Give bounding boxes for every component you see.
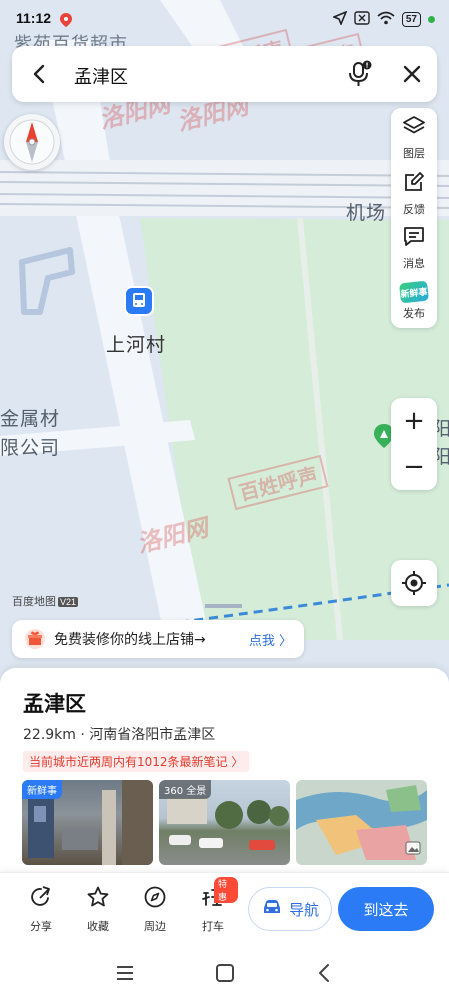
wifi-icon xyxy=(377,10,395,29)
zoom-in-button[interactable]: + xyxy=(391,398,437,444)
photo-thumbnail[interactable] xyxy=(296,780,427,865)
microphone-icon[interactable] xyxy=(346,60,372,88)
fresh-news-icon: 新鲜事 xyxy=(399,280,429,303)
status-time: 11:12 xyxy=(16,10,52,26)
nearby-label: 周边 xyxy=(144,920,166,933)
map-label-company-1: 金属材 xyxy=(0,408,61,430)
back-arrow-icon[interactable] xyxy=(28,62,52,86)
taxi-label: 打车 xyxy=(202,920,224,933)
status-bar: 11:12 57 xyxy=(0,0,449,40)
nearby-button[interactable]: 周边 xyxy=(130,885,180,934)
share-button[interactable]: 分享 xyxy=(16,885,66,934)
photo-thumbnail[interactable]: 新鲜事 xyxy=(22,780,153,865)
map-label-company-2: 限公司 xyxy=(0,437,61,459)
promo-text: 免费装修你的线上店铺→ xyxy=(54,632,206,648)
search-input[interactable]: 孟津区 xyxy=(74,63,128,89)
location-pin-icon xyxy=(60,12,72,31)
publish-button[interactable]: 新鲜事 发布 xyxy=(391,274,437,328)
place-address: 22.9km · 河南省洛阳市孟津区 xyxy=(23,727,216,743)
car-icon xyxy=(261,898,283,920)
system-nav-bar xyxy=(0,946,449,1000)
layers-label: 图层 xyxy=(403,146,425,160)
privacy-dot xyxy=(428,16,435,23)
back-icon[interactable] xyxy=(314,962,336,984)
zoom-out-button[interactable]: − xyxy=(391,444,437,490)
compass-icon xyxy=(9,119,55,165)
map-brand: 百度地图 V21 xyxy=(12,596,79,608)
gift-icon xyxy=(24,628,46,650)
zoom-controls: + − xyxy=(391,398,437,490)
photo-thumbnail[interactable]: 360 全景 xyxy=(159,780,290,865)
map-tools-panel: 图层 反馈 消息 新鲜事 发布 xyxy=(391,108,437,328)
share-label: 分享 xyxy=(30,920,52,933)
crosshair-icon xyxy=(402,571,426,595)
publish-label: 发布 xyxy=(403,306,425,320)
photo-tag: 360 全景 xyxy=(159,780,212,799)
gallery-icon xyxy=(405,840,421,859)
taxi-button[interactable]: 特惠 打车 xyxy=(188,877,238,934)
close-icon[interactable] xyxy=(400,62,424,86)
battery-indicator: 57 xyxy=(401,12,421,27)
sale-badge: 特惠 xyxy=(214,877,238,903)
menu-icon[interactable] xyxy=(114,962,136,984)
compass-button[interactable] xyxy=(4,114,60,170)
compass-nearby-icon xyxy=(143,885,167,913)
home-icon[interactable] xyxy=(214,962,236,984)
layers-icon xyxy=(402,114,426,142)
map-label-airport: 机场 xyxy=(346,202,387,224)
edit-icon xyxy=(402,170,426,198)
bus-stop-icon xyxy=(124,286,154,316)
messages-label: 消息 xyxy=(403,256,425,270)
navigate-button[interactable]: 导航 xyxy=(248,887,332,931)
poi-label: 上河村 xyxy=(106,334,167,356)
no-sim-icon xyxy=(354,10,370,29)
go-here-button[interactable]: 到这去 xyxy=(338,887,434,931)
share-icon xyxy=(29,885,53,913)
place-title: 孟津区 xyxy=(23,692,86,716)
star-icon xyxy=(86,885,110,913)
gps-arrow-icon xyxy=(331,10,348,29)
message-icon xyxy=(402,224,426,252)
feedback-label: 反馈 xyxy=(403,202,425,216)
promo-link[interactable]: 点我 〉 xyxy=(249,630,292,649)
feedback-button[interactable]: 反馈 xyxy=(391,166,437,220)
search-bar[interactable]: 孟津区 xyxy=(12,46,437,102)
messages-button[interactable]: 消息 xyxy=(391,220,437,274)
layers-button[interactable]: 图层 xyxy=(391,110,437,164)
map-view[interactable]: 紫苑百货超市 机场 金属材 限公司 阳 阳 上河村 洛阳网 百姓呼声 洛阳网 百… xyxy=(0,0,449,700)
bus-stop-poi[interactable]: 上河村 xyxy=(106,286,186,356)
favorite-label: 收藏 xyxy=(87,920,109,933)
action-bar: 分享 收藏 周边 特惠 打车 导航 到这去 xyxy=(0,872,449,946)
navigate-label: 导航 xyxy=(288,900,319,919)
promo-banner[interactable]: 免费装修你的线上店铺→ 点我 〉 xyxy=(12,620,304,658)
photo-tag: 新鲜事 xyxy=(22,780,62,799)
notes-banner[interactable]: 当前城市近两周内有1012条最新笔记 〉 xyxy=(23,751,250,772)
locate-me-button[interactable] xyxy=(391,560,437,606)
favorite-button[interactable]: 收藏 xyxy=(73,885,123,934)
